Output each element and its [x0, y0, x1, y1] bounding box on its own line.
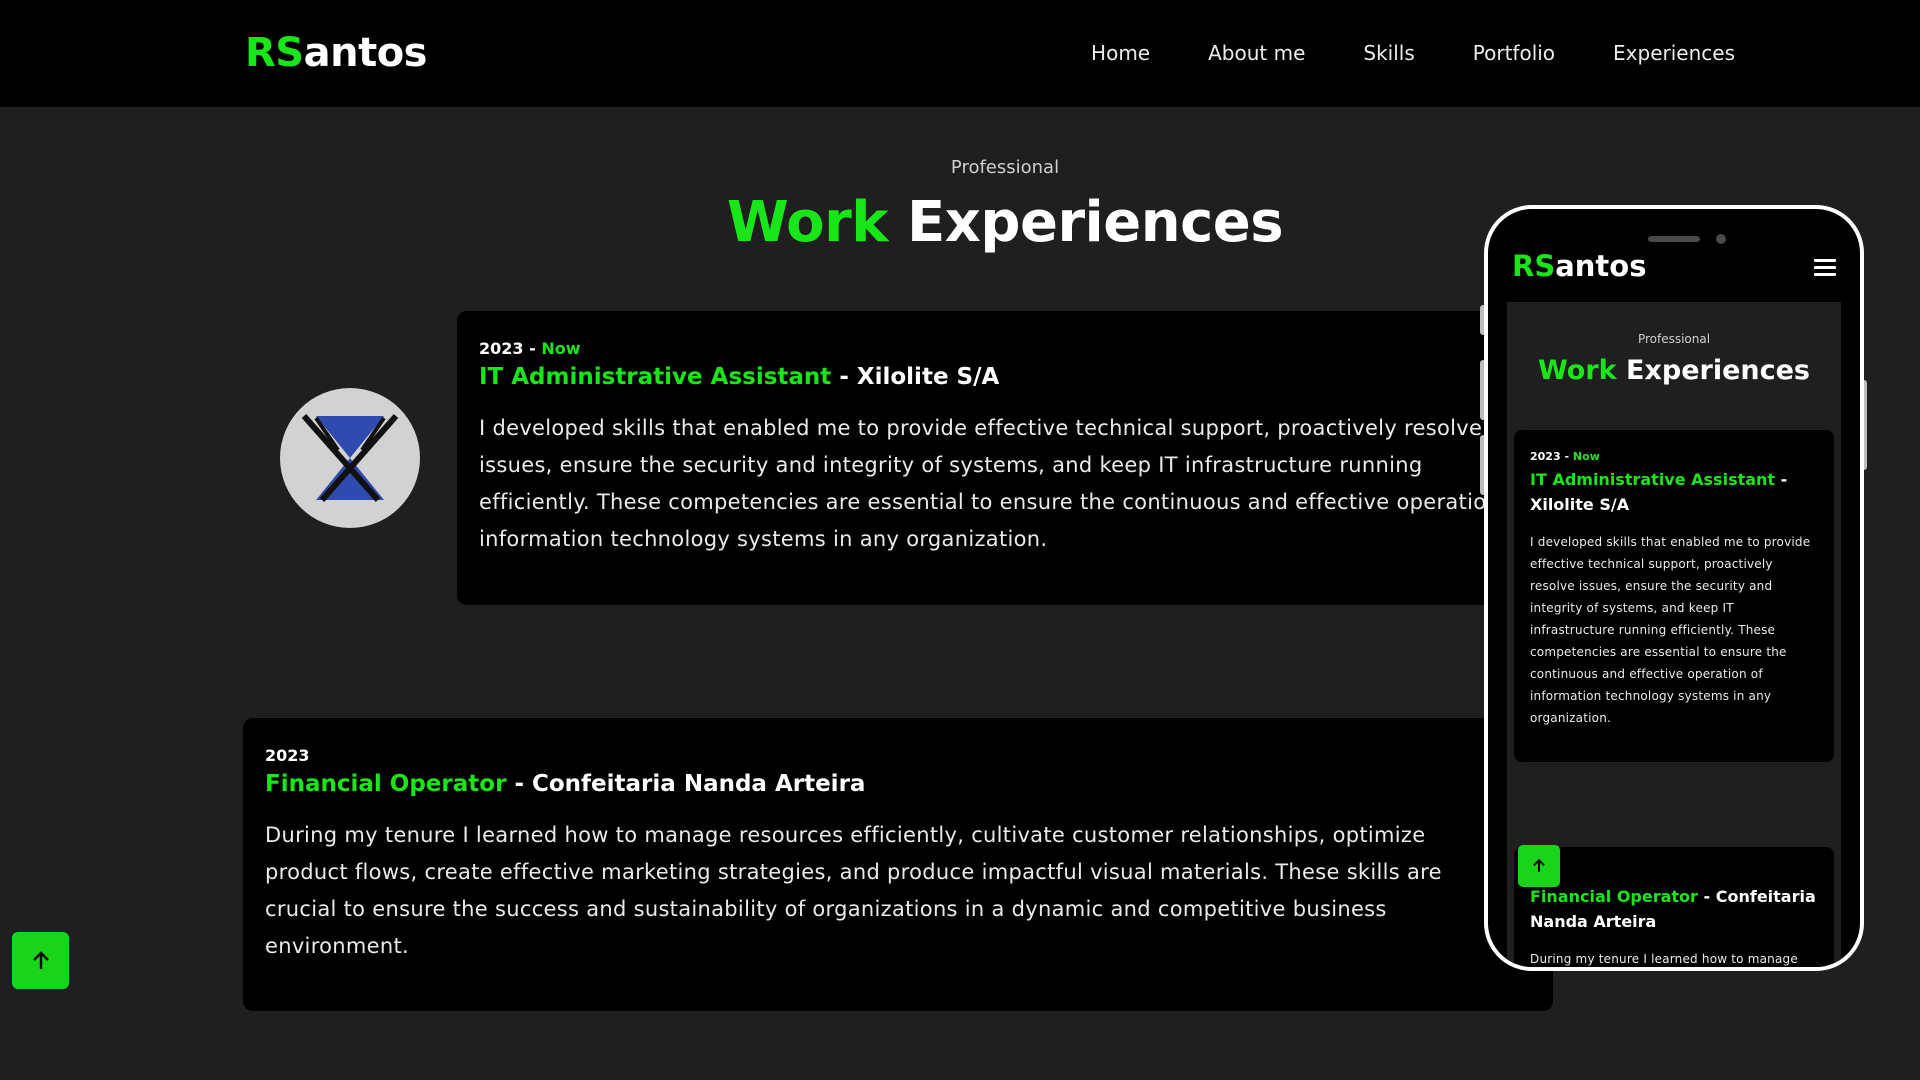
company-name: Xilolite S/A — [856, 364, 1000, 390]
role-title: IT Administrative Assistant — [1530, 470, 1776, 489]
experience-date: 2023 — [1530, 867, 1820, 880]
experience-role: Financial Operator - Confeitaria Nanda A… — [265, 771, 1553, 797]
nav-link-portfolio[interactable]: Portfolio — [1473, 41, 1555, 65]
main-nav: Home About me Skills Portfolio Experienc… — [1091, 41, 1735, 65]
experience-role: IT Administrative Assistant - Xilolite S… — [1530, 467, 1820, 517]
section-title-accent: Work — [726, 190, 889, 255]
mobile-preview-phone: RSantos Professional Work Experiences 20… — [1484, 205, 1864, 971]
top-navbar: RSantos Home About me Skills Portfolio E… — [0, 0, 1920, 107]
mobile-section-title: Work Experiences — [1507, 355, 1841, 386]
mobile-scroll-to-top-button[interactable] — [1518, 845, 1560, 887]
scroll-to-top-button[interactable] — [12, 932, 69, 989]
experience-date: 2023 - Now — [479, 339, 1562, 358]
experience-year: 2023 — [265, 746, 310, 765]
hamburger-menu-icon[interactable] — [1814, 259, 1836, 276]
logo-rest: antos — [1555, 249, 1647, 283]
date-separator: - — [1564, 450, 1570, 463]
section-eyebrow: Professional — [950, 157, 1060, 178]
experience-description: I developed skills that enabled me to pr… — [1530, 535, 1811, 725]
experience-status: Now — [1572, 450, 1600, 463]
experience-role: Financial Operator - Confeitaria Nanda A… — [1530, 884, 1820, 934]
role-title: Financial Operator — [265, 771, 507, 797]
logo-accent: RS — [245, 30, 304, 76]
experience-year: 2023 — [1530, 450, 1561, 463]
xilolite-logo-icon — [280, 388, 420, 528]
nav-link-skills[interactable]: Skills — [1363, 41, 1414, 65]
experience-date: 2023 — [265, 746, 1553, 765]
company-separator: - — [839, 364, 849, 390]
nav-link-home[interactable]: Home — [1091, 41, 1150, 65]
company-name: Xilolite S/A — [1530, 495, 1630, 514]
experience-role: IT Administrative Assistant - Xilolite S… — [479, 364, 1562, 390]
arrow-up-icon — [32, 950, 49, 969]
role-title: IT Administrative Assistant — [479, 364, 832, 390]
mobile-section-eyebrow: Professional — [1637, 332, 1711, 346]
arrow-up-icon — [1533, 858, 1545, 872]
site-logo[interactable]: RSantos — [245, 30, 428, 76]
role-title: Financial Operator — [1530, 887, 1698, 906]
phone-speaker — [1648, 236, 1700, 242]
mobile-experience-card-financial-operator: 2023 Financial Operator - Confeitaria Na… — [1514, 847, 1834, 967]
experience-card-financial-operator: 2023 Financial Operator - Confeitaria Na… — [243, 718, 1553, 1011]
mobile-experience-card-it-assistant: 2023 - Now IT Administrative Assistant -… — [1514, 430, 1834, 762]
section-title-rest: Experiences — [1626, 355, 1811, 386]
experience-description: I developed skills that enabled me to pr… — [479, 416, 1528, 551]
phone-camera — [1716, 234, 1726, 244]
experience-description: During my tenure I learned how to manage… — [265, 823, 1442, 958]
experience-card-it-assistant: 2023 - Now IT Administrative Assistant -… — [457, 311, 1562, 605]
logo-rest: antos — [303, 30, 428, 76]
nav-link-experiences[interactable]: Experiences — [1613, 41, 1735, 65]
section-title-rest: Experiences — [907, 190, 1284, 255]
experience-year: 2023 — [479, 339, 524, 358]
mobile-site-logo[interactable]: RSantos — [1512, 249, 1646, 283]
company-separator: - — [514, 771, 524, 797]
company-name: Confeitaria Nanda Arteira — [532, 771, 866, 797]
section-title-accent: Work — [1537, 355, 1617, 386]
experience-date: 2023 - Now — [1530, 450, 1820, 463]
logo-accent: RS — [1512, 249, 1556, 283]
company-separator: - — [1703, 887, 1711, 906]
experience-status: Now — [541, 339, 581, 358]
experience-description: During my tenure I learned how to manage… — [1530, 952, 1798, 966]
company-separator: - — [1780, 470, 1788, 489]
nav-link-about-me[interactable]: About me — [1208, 41, 1305, 65]
date-separator: - — [529, 339, 536, 358]
